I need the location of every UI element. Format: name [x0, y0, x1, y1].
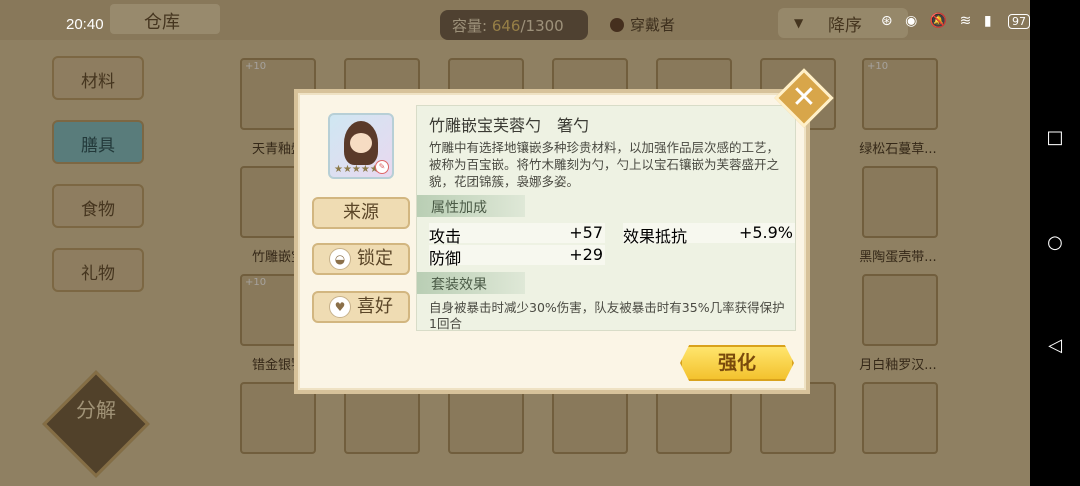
- source-button[interactable]: 来源: [312, 197, 410, 229]
- lock-button[interactable]: ◒ 锁定: [312, 243, 410, 275]
- item-description: 竹雕中有选择地镶嵌多种珍贵材料，以加强作品层次感的工艺，被称为百宝嵌。将竹木雕刻…: [429, 140, 780, 189]
- recent-apps-icon[interactable]: □: [1045, 128, 1065, 148]
- grid-item-name: 月白釉罗汉...: [859, 358, 937, 373]
- grid-item[interactable]: +10: [862, 58, 938, 130]
- wearer-toggle-icon: [610, 18, 624, 32]
- grid-item-name: 黑陶蛋壳带...: [859, 250, 937, 265]
- home-icon[interactable]: ○: [1045, 233, 1065, 253]
- item-icon: ★★★★★ ✎: [328, 113, 394, 179]
- back-icon[interactable]: ◁: [1045, 336, 1065, 356]
- lock-icon: ◒: [329, 248, 351, 270]
- sort-button[interactable]: ▼ 降序: [778, 8, 908, 38]
- split-button[interactable]: [42, 370, 150, 478]
- grid-item[interactable]: [862, 274, 938, 346]
- category-sidebar: 材料 膳具 食物 礼物: [52, 56, 144, 312]
- grid-item[interactable]: [862, 382, 938, 454]
- attributes-header: 属性加成: [417, 195, 525, 217]
- triangle-down-icon: ▼: [794, 16, 804, 30]
- item-title: 竹雕嵌宝芙蓉勺 箸勺: [429, 112, 589, 136]
- stat-row: 防御 +29: [429, 245, 605, 268]
- enhance-button[interactable]: 强化: [680, 345, 794, 381]
- item-name: 竹雕嵌宝芙蓉勺: [429, 116, 542, 135]
- top-bar: 仓库 容量: 646/1300 穿戴者 ▼ 降序: [0, 0, 1030, 40]
- sidebar-item-materials[interactable]: 材料: [52, 56, 144, 100]
- close-icon: ✕: [791, 80, 817, 115]
- item-type: 箸勺: [557, 116, 590, 135]
- split-button-label: 分解: [76, 398, 116, 422]
- item-star-rating: ★★★★★: [334, 164, 379, 175]
- grid-item-name: 绿松石蔓草...: [859, 142, 937, 157]
- sidebar-item-tableware[interactable]: 膳具: [52, 120, 144, 164]
- grid-item[interactable]: [862, 166, 938, 238]
- item-portrait-face: [350, 133, 372, 153]
- spoon-icon: ✎: [375, 160, 389, 174]
- item-detail-dialog: ★★★★★ ✎ 来源 ◒ 锁定 ♥ 喜好 竹雕嵌宝芙蓉勺 箸勺 竹雕中有选择地镶嵌多种…: [294, 89, 810, 394]
- favorite-button[interactable]: ♥ 喜好: [312, 291, 410, 323]
- stat-row: 攻击 +57: [429, 223, 605, 246]
- set-effect-header: 套装效果: [417, 272, 525, 294]
- sidebar-item-food[interactable]: 食物: [52, 184, 144, 228]
- heart-icon: ♥: [329, 296, 351, 318]
- capacity-display: 容量: 646/1300: [440, 10, 588, 40]
- capacity-used: 646: [491, 17, 521, 35]
- warehouse-tab[interactable]: 仓库: [110, 4, 220, 34]
- set-effect-description: 自身被暴击时减少30%伤害，队友被暴击时有35%几率获得保护1回合: [429, 300, 785, 331]
- wearer-filter[interactable]: 穿戴者: [610, 14, 675, 35]
- sidebar-item-gifts[interactable]: 礼物: [52, 248, 144, 292]
- stat-row: 效果抵抗 +5.9%: [623, 223, 795, 246]
- item-info-panel: 竹雕嵌宝芙蓉勺 箸勺 竹雕中有选择地镶嵌多种珍贵材料，以加强作品层次感的工艺，被称…: [416, 105, 796, 331]
- system-nav-bar: □ ○ ◁: [1030, 0, 1080, 486]
